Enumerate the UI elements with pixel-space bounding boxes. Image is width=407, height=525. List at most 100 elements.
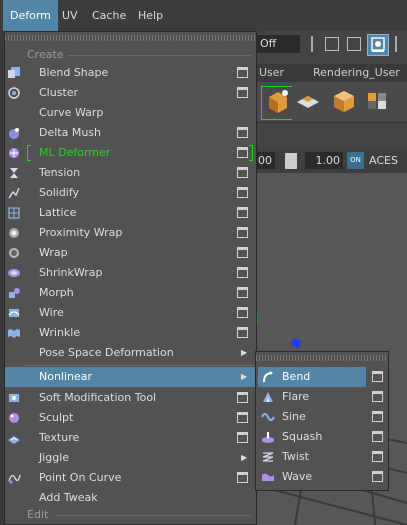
submenu-item-squash[interactable]: Squash xyxy=(258,427,386,447)
menu-item-label: Proximity Wrap xyxy=(39,226,123,239)
submenu-item-flare[interactable]: Flare xyxy=(258,387,386,407)
menu-uv[interactable]: UV xyxy=(55,0,85,31)
submenu-arrow-icon: ▶ xyxy=(241,348,248,357)
separator-icon xyxy=(395,36,397,52)
soft-mod-icon xyxy=(9,394,19,402)
menu-item-tension[interactable]: Tension xyxy=(5,163,256,183)
menu-item-cluster[interactable]: Cluster xyxy=(5,83,256,103)
option-box-icon[interactable] xyxy=(237,472,248,483)
twist-icon xyxy=(262,452,274,462)
render-region-icon[interactable] xyxy=(325,37,339,51)
status-line: Off xyxy=(255,31,407,59)
menu-item-wrinkle[interactable]: Wrinkle xyxy=(5,323,256,343)
shelf-tab-user[interactable]: User xyxy=(259,64,284,82)
submenu-item-bend[interactable]: Bend xyxy=(258,367,366,387)
tear-off-strip[interactable] xyxy=(5,35,256,41)
option-box-icon[interactable] xyxy=(237,87,248,98)
point-on-curve-icon xyxy=(8,474,21,484)
tension-icon xyxy=(10,168,18,178)
option-box-icon[interactable] xyxy=(237,187,248,198)
menu-cache[interactable]: Cache xyxy=(85,0,133,31)
exposure-icon[interactable] xyxy=(285,153,297,169)
option-box-icon[interactable] xyxy=(237,67,248,78)
menu-item-wrap[interactable]: Wrap xyxy=(5,243,256,263)
color-management-on-icon[interactable]: ON xyxy=(347,152,364,169)
submenu-item-label: Flare xyxy=(282,390,310,403)
menu-item-label: Wire xyxy=(39,306,64,319)
submenu-item-twist[interactable]: Twist xyxy=(258,447,386,467)
menu-item-solidify[interactable]: Solidify xyxy=(5,183,256,203)
shelf-tab-rendering-user[interactable]: Rendering_User xyxy=(313,64,400,82)
option-box-icon[interactable] xyxy=(237,147,248,158)
snapshot-icon[interactable] xyxy=(347,37,361,51)
option-box-icon[interactable] xyxy=(372,431,383,442)
aces-label: ACES 1 xyxy=(369,154,398,191)
section-label-edit: Edit xyxy=(27,508,49,521)
menu-item-label: Solidify xyxy=(39,186,80,199)
menu-item-label: Morph xyxy=(39,286,74,299)
menu-item-shrinkwrap[interactable]: ShrinkWrap xyxy=(5,263,256,283)
option-box-icon[interactable] xyxy=(237,432,248,443)
option-box-icon[interactable] xyxy=(237,267,248,278)
menu-item-blend-shape[interactable]: Blend Shape xyxy=(5,63,256,83)
option-box-icon[interactable] xyxy=(237,307,248,318)
squash-icon xyxy=(262,432,274,443)
menu-item-curve-warp[interactable]: Curve Warp xyxy=(5,103,256,123)
option-box-icon[interactable] xyxy=(237,392,248,403)
menu-item-lattice[interactable]: Lattice xyxy=(5,203,256,223)
option-box-icon[interactable] xyxy=(237,287,248,298)
menu-item-label: Soft Modification Tool xyxy=(39,391,157,404)
settings-icon[interactable] xyxy=(367,34,389,56)
wire-icon xyxy=(8,309,20,317)
menu-item-jiggle[interactable]: Jiggle ▶ xyxy=(5,448,256,468)
option-box-icon[interactable] xyxy=(237,247,248,258)
menu-item-label: Blend Shape xyxy=(39,66,109,79)
submenu-item-label: Squash xyxy=(282,430,323,443)
option-box-icon[interactable] xyxy=(372,411,383,422)
tear-off-strip[interactable] xyxy=(256,355,388,361)
submenu-arrow-icon: ▶ xyxy=(241,453,248,462)
menu-deform[interactable]: Deform xyxy=(3,0,58,31)
menu-item-sculpt[interactable]: Sculpt xyxy=(5,408,256,428)
grid-plane-icon[interactable] xyxy=(295,88,321,114)
value-field-b[interactable]: 1.00 xyxy=(305,152,343,169)
option-box-icon[interactable] xyxy=(237,327,248,338)
menu-item-wire[interactable]: Wire xyxy=(5,303,256,323)
sculpt-icon xyxy=(9,413,19,423)
menu-item-morph[interactable]: Morph xyxy=(5,283,256,303)
menu-item-point-on-curve[interactable]: Point On Curve xyxy=(5,468,256,488)
submenu-item-sine[interactable]: Sine xyxy=(258,407,386,427)
box-icon[interactable] xyxy=(331,88,357,114)
off-field[interactable]: Off xyxy=(257,35,300,53)
separator-icon xyxy=(311,36,313,52)
menu-item-delta-mush[interactable]: Delta Mush xyxy=(5,123,256,143)
menu-item-proximity-wrap[interactable]: Proximity Wrap xyxy=(5,223,256,243)
menu-item-pose-space-deformation[interactable]: Pose Space Deformation ▶ xyxy=(5,343,256,363)
menu-item-nonlinear[interactable]: Nonlinear ▶ xyxy=(5,367,256,387)
menu-item-texture[interactable]: Texture xyxy=(5,428,256,448)
texture-icon xyxy=(8,436,20,444)
option-box-icon[interactable] xyxy=(372,391,383,402)
option-box-icon[interactable] xyxy=(237,207,248,218)
option-box-icon[interactable] xyxy=(237,227,248,238)
checker-icon[interactable] xyxy=(365,88,391,114)
option-box-icon[interactable] xyxy=(237,167,248,178)
deform-dropdown-menu: Create Blend Shape Cluster Curve Warp De… xyxy=(4,31,257,525)
menu-item-label: Nonlinear xyxy=(39,370,93,383)
menu-help[interactable]: Help xyxy=(131,0,170,31)
menu-item-add-tweak[interactable]: Add Tweak xyxy=(5,488,256,508)
option-box-icon[interactable] xyxy=(372,471,383,482)
option-box-icon[interactable] xyxy=(372,451,383,462)
option-box-icon[interactable] xyxy=(237,127,248,138)
menu-item-soft-modification-tool[interactable]: Soft Modification Tool xyxy=(5,388,256,408)
menu-item-label: Cluster xyxy=(39,86,79,99)
value-field-a[interactable]: 00 xyxy=(255,152,275,169)
option-box-icon[interactable] xyxy=(372,371,383,382)
light-cube-icon[interactable] xyxy=(265,88,291,114)
ml-deformer-icon xyxy=(9,148,19,158)
menu-item-ml-deformer[interactable]: ML Deformer xyxy=(5,143,256,163)
shelf-bracket-left xyxy=(27,145,31,161)
option-box-icon[interactable] xyxy=(237,412,248,423)
submenu-item-wave[interactable]: Wave xyxy=(258,467,386,487)
submenu-item-label: Bend xyxy=(282,370,311,383)
